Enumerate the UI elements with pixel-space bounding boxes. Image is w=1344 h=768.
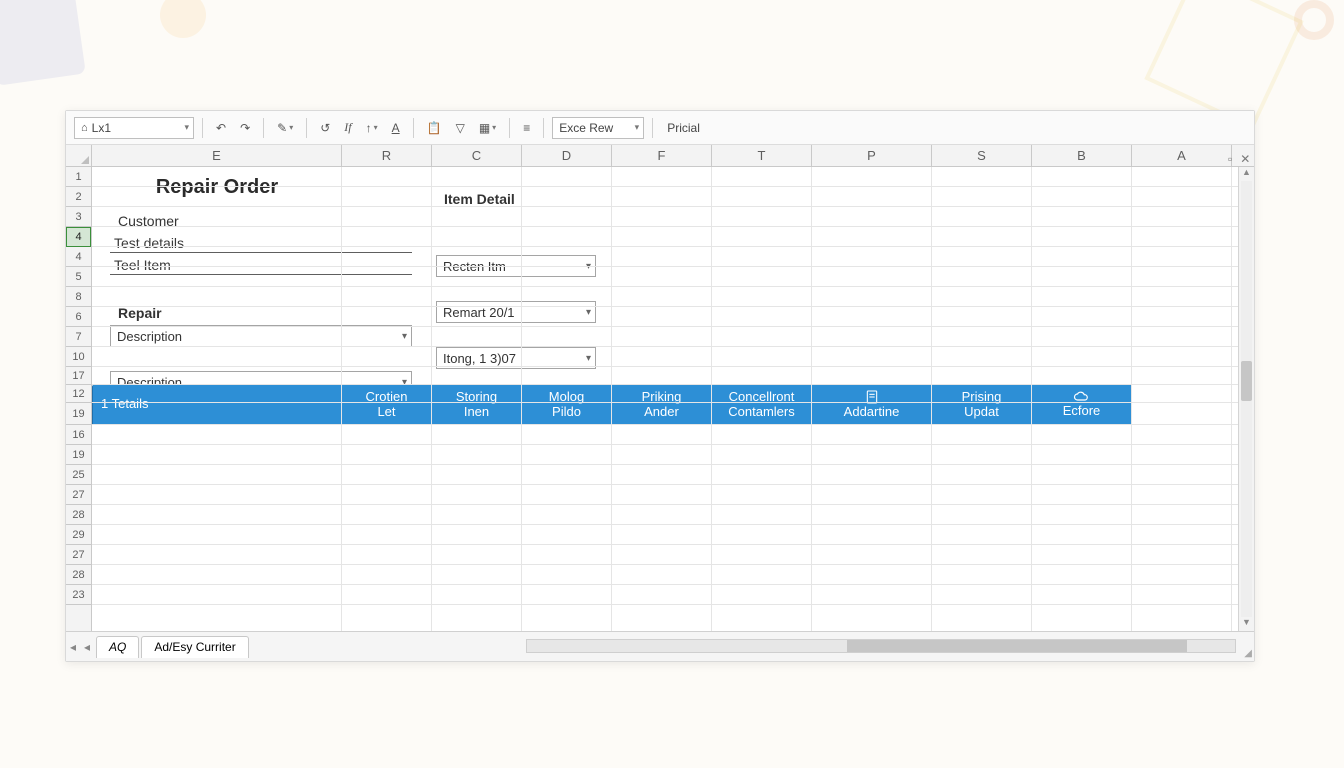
column-header-D[interactable]: D	[522, 145, 612, 166]
row-header-12[interactable]: 19	[66, 403, 91, 425]
name-box[interactable]: ⌂ Lх1	[74, 117, 194, 139]
spreadsheet-window: ⌂ Lх1 ↶ ↷ ✎▾ ↺ If ↑▾ A 📋 ▽ ▦▾ ≡ Exce Rew…	[65, 110, 1255, 662]
paste-button[interactable]: 📋	[422, 117, 447, 139]
insert-button[interactable]: ▦▾	[474, 117, 501, 139]
column-header-E[interactable]: E	[92, 145, 342, 166]
column-header-F[interactable]: F	[612, 145, 712, 166]
font-selector[interactable]: Exce Rew	[552, 117, 644, 139]
spreadsheet-grid: ERCDFTPSBA 12344586710171219161925272829…	[66, 145, 1254, 661]
row-header-7[interactable]: 6	[66, 307, 91, 327]
row-header-20[interactable]: 28	[66, 565, 91, 585]
row-header-21[interactable]: 23	[66, 585, 91, 605]
row-header-15[interactable]: 25	[66, 465, 91, 485]
repair-label: Repair	[112, 303, 332, 323]
customer-line3[interactable]: Teel Item	[110, 255, 412, 275]
table-header-7[interactable]: PrisingUpdat	[932, 385, 1032, 425]
table-header-6[interactable]: Addartine	[812, 385, 932, 425]
row-header-3[interactable]: 4	[66, 227, 91, 247]
row-header-11[interactable]: 12	[66, 385, 91, 403]
window-close-icon[interactable]: ✕	[1240, 152, 1250, 166]
row-header-14[interactable]: 19	[66, 445, 91, 465]
item-detail-label: Item Detail	[438, 189, 608, 209]
resize-grip-icon[interactable]: ◢	[1244, 648, 1252, 659]
row-header-17[interactable]: 28	[66, 505, 91, 525]
item-dd-3-value: Itong, 1 3)07	[443, 351, 516, 366]
cells-area[interactable]: Repair Order Customer Test details Teel …	[92, 167, 1254, 631]
column-header-C[interactable]: C	[432, 145, 522, 166]
vscroll-thumb[interactable]	[1241, 361, 1252, 401]
align-button[interactable]: ≡	[518, 117, 535, 139]
table-header-8[interactable]: Ecfore	[1032, 385, 1132, 425]
item-dd-3[interactable]: Itong, 1 3)07	[436, 347, 596, 369]
sheet-tab-1-label: AQ	[109, 640, 126, 654]
column-headers: ERCDFTPSBA	[66, 145, 1254, 167]
tab-prev-icon[interactable]: ◂	[66, 640, 80, 654]
row-header-8[interactable]: 7	[66, 327, 91, 347]
row-header-19[interactable]: 27	[66, 545, 91, 565]
table-header-5[interactable]: ConcellrontContamlers	[712, 385, 812, 425]
row-header-5[interactable]: 5	[66, 267, 91, 287]
column-header-T[interactable]: T	[712, 145, 812, 166]
row-header-2[interactable]: 3	[66, 207, 91, 227]
scroll-down-icon[interactable]: ▼	[1239, 617, 1254, 631]
font-color-button[interactable]: A	[387, 117, 405, 139]
row-header-1[interactable]: 2	[66, 187, 91, 207]
redo-button[interactable]: ↷	[235, 117, 255, 139]
scroll-up-icon[interactable]: ▲	[1239, 167, 1254, 181]
row-headers: 12344586710171219161925272829272823	[66, 167, 92, 631]
customer-line2[interactable]: Test details	[110, 233, 412, 253]
row-header-0[interactable]: 1	[66, 167, 91, 187]
repair-desc-1[interactable]: Description	[110, 325, 412, 347]
toolbar: ⌂ Lх1 ↶ ↷ ✎▾ ↺ If ↑▾ A 📋 ▽ ▦▾ ≡ Exce Rew…	[66, 111, 1254, 145]
window-minimize-icon[interactable]: ▫	[1228, 152, 1232, 166]
item-dd-1[interactable]: Recten Itm	[436, 255, 596, 277]
table-header-3[interactable]: MologPildo	[522, 385, 612, 425]
edit-icon[interactable]: ✎▾	[272, 117, 298, 139]
name-box-value: Lх1	[92, 121, 111, 135]
row-header-9[interactable]: 10	[66, 347, 91, 367]
page-title: Repair Order	[92, 167, 342, 207]
row-header-18[interactable]: 29	[66, 525, 91, 545]
doc-icon	[864, 389, 880, 405]
select-all-corner[interactable]	[66, 145, 92, 166]
row-header-4[interactable]: 4	[66, 247, 91, 267]
column-header-B[interactable]: B	[1032, 145, 1132, 166]
table-header-4[interactable]: PrikingAnder	[612, 385, 712, 425]
row-header-13[interactable]: 16	[66, 425, 91, 445]
horizontal-scrollbar[interactable]	[526, 639, 1236, 653]
sheet-tab-2-label: Ad/Esy Curriter	[154, 640, 235, 654]
home-icon: ⌂	[81, 122, 88, 134]
column-header-P[interactable]: P	[812, 145, 932, 166]
sheet-tab-strip: ◂ ◂ AQ Ad/Esy Curriter ◢	[66, 631, 1254, 661]
tab-prev2-icon[interactable]: ◂	[80, 640, 94, 654]
sheet-tab-1[interactable]: AQ	[96, 636, 139, 658]
customer-label: Customer	[112, 211, 332, 231]
vertical-scrollbar[interactable]: ▲ ▼	[1238, 167, 1254, 631]
column-header-S[interactable]: S	[932, 145, 1032, 166]
row-header-6[interactable]: 8	[66, 287, 91, 307]
hscroll-thumb[interactable]	[847, 640, 1187, 652]
sort-button[interactable]: ↑▾	[361, 117, 383, 139]
sheet-tab-2[interactable]: Ad/Esy Curriter	[141, 636, 248, 658]
item-dd-2[interactable]: Remart 20/1	[436, 301, 596, 323]
repair-desc-1-value: Description	[117, 329, 182, 344]
table-header-0[interactable]: 1 Tetails	[92, 385, 342, 425]
column-header-R[interactable]: R	[342, 145, 432, 166]
item-dd-2-value: Remart 20/1	[443, 305, 515, 320]
row-header-10[interactable]: 17	[66, 367, 91, 385]
column-header-A[interactable]: A	[1132, 145, 1232, 166]
font-selector-value: Exce Rew	[559, 121, 613, 135]
toolbar-right-label: Pricial	[661, 121, 706, 135]
filter-button[interactable]: ▽	[451, 117, 470, 139]
table-header-2[interactable]: StoringInen	[432, 385, 522, 425]
item-dd-1-value: Recten Itm	[443, 259, 506, 274]
italic-button[interactable]: If	[339, 117, 356, 139]
row-header-16[interactable]: 27	[66, 485, 91, 505]
rotate-left-icon[interactable]: ↺	[315, 117, 335, 139]
undo-button[interactable]: ↶	[211, 117, 231, 139]
cloud-icon	[1073, 390, 1091, 404]
table-header-1[interactable]: CrotienLet	[342, 385, 432, 425]
